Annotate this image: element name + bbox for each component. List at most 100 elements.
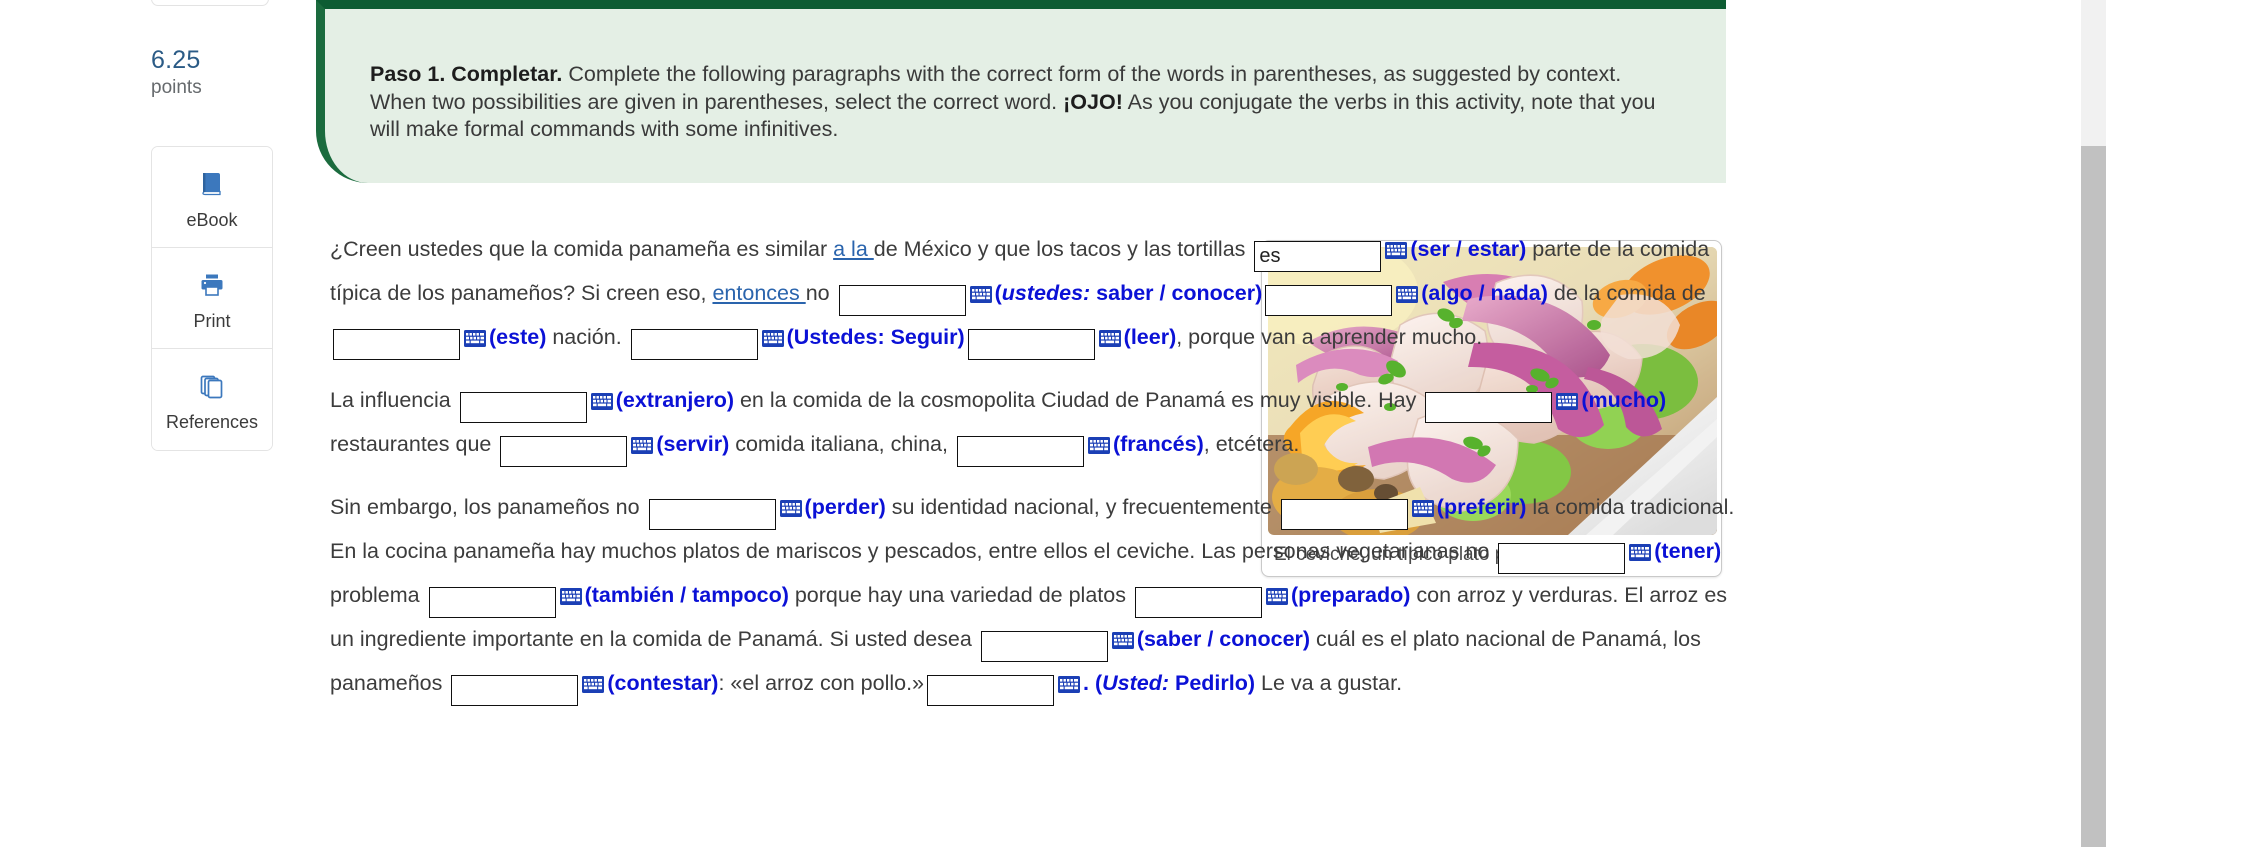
cue-preparado: (preparado) <box>1290 583 1411 607</box>
printer-icon <box>197 266 227 306</box>
keyboard-icon[interactable] <box>1058 665 1081 693</box>
blank-input-3[interactable] <box>1265 285 1393 316</box>
print-button[interactable]: Print <box>152 248 272 349</box>
blank-input-9[interactable] <box>500 436 628 467</box>
points-label: points <box>151 77 202 98</box>
paragraph-2: La influencia (extranjero) en la comida … <box>330 379 1750 467</box>
cue-tener: (tener) <box>1654 539 1722 563</box>
blank-input-11[interactable] <box>648 499 776 530</box>
exercise-page: 6.25 points eBook Print References Paso … <box>0 0 2256 847</box>
keyboard-icon[interactable] <box>761 319 784 347</box>
cue-tambien-tampoco: (también / tampoco) <box>584 583 789 607</box>
cue-open-paren: ( <box>994 281 1002 305</box>
p1-text-2: de México y que los tacos y las tortilla… <box>873 237 1252 261</box>
keyboard-icon[interactable] <box>1385 231 1408 259</box>
step-title: Paso 1. Completar. <box>370 62 563 86</box>
keyboard-icon[interactable] <box>1087 426 1110 454</box>
exercise-body: ¿Creen ustedes que la comida panameña es… <box>330 228 1750 720</box>
cue-period-paren: . ( <box>1083 671 1103 695</box>
copy-pages-icon <box>197 367 227 407</box>
cue-servir: (servir) <box>656 432 730 456</box>
p3-text-9: Le va a gustar. <box>1255 671 1403 695</box>
cue-perder: (perder) <box>804 495 886 519</box>
cue-mucho: (mucho) <box>1581 388 1667 412</box>
p2-text-1: La influencia <box>330 388 457 412</box>
blank-input-8[interactable] <box>1425 392 1553 423</box>
blank-input-16[interactable] <box>980 631 1108 662</box>
keyboard-icon[interactable] <box>1556 382 1579 410</box>
p1-text-6: nación. <box>546 325 628 349</box>
p3-text-5: porque hay una variedad de platos <box>788 583 1132 607</box>
points-display: 6.25 points <box>151 46 291 100</box>
ojo-emphasis: ¡OJO! <box>1063 89 1123 114</box>
p2-text-4: comida italiana, china, <box>729 432 954 456</box>
cue-subject-ustedes: ustedes: <box>1001 281 1091 305</box>
keyboard-icon[interactable] <box>590 382 613 410</box>
blank-input-13[interactable] <box>1498 543 1626 574</box>
keyboard-icon[interactable] <box>779 489 802 517</box>
cue-extranjero: (extranjero) <box>615 388 734 412</box>
p2-text-3: restaurantes que <box>330 432 498 456</box>
keyboard-icon[interactable] <box>582 665 605 693</box>
left-sidebar: 6.25 points eBook Print References <box>0 0 300 847</box>
cue-frances: (francés) <box>1112 432 1204 456</box>
blank-input-18[interactable] <box>927 675 1055 706</box>
book-icon <box>197 165 227 205</box>
ebook-button[interactable]: eBook <box>152 147 272 248</box>
cue-verbs: saber / conocer) <box>1090 281 1263 305</box>
keyboard-icon[interactable] <box>1411 489 1434 517</box>
keyboard-icon[interactable] <box>1111 621 1134 649</box>
blank-input-10[interactable] <box>956 436 1084 467</box>
partial-panel-above <box>151 0 269 6</box>
instructions-callout: Paso 1. Completar. Complete the followin… <box>316 0 1726 183</box>
references-button[interactable]: References <box>152 349 272 450</box>
blank-input-5[interactable] <box>630 329 758 360</box>
link-entonces[interactable]: entonces <box>712 281 805 305</box>
keyboard-icon[interactable] <box>1098 319 1121 347</box>
paragraph-3: Sin embargo, los panameños no (perder) s… <box>330 486 1750 706</box>
p1-text-7: , porque van a aprender mucho. <box>1176 325 1483 349</box>
blank-input-2[interactable] <box>838 285 966 316</box>
blank-input-1[interactable] <box>1254 241 1382 272</box>
vertical-scrollbar-thumb[interactable] <box>2081 146 2106 847</box>
cue-preferir: (preferir) <box>1436 495 1527 519</box>
p1-text-4: no <box>805 281 836 305</box>
p3-text-8: : «el arroz con pollo.» <box>718 671 925 695</box>
blank-input-12[interactable] <box>1280 499 1408 530</box>
keyboard-icon[interactable] <box>464 319 486 347</box>
print-label: Print <box>193 310 231 331</box>
blank-input-15[interactable] <box>1134 587 1262 618</box>
keyboard-icon[interactable] <box>1265 577 1288 605</box>
p3-text-4: problema <box>330 583 426 607</box>
p1-text-5: de la comida de <box>1547 281 1706 305</box>
ebook-label: eBook <box>186 209 238 230</box>
blank-input-6[interactable] <box>967 329 1095 360</box>
paragraph-1: ¿Creen ustedes que la comida panameña es… <box>330 228 1750 360</box>
keyboard-icon[interactable] <box>1396 275 1419 303</box>
blank-input-14[interactable] <box>428 587 556 618</box>
p2-text-5: , etcétera. <box>1203 432 1300 456</box>
cue-saber-conocer: (ustedes: saber / conocer) <box>995 281 1263 305</box>
p1-text-1: ¿Creen ustedes que la comida panameña es… <box>330 237 834 261</box>
keyboard-icon[interactable] <box>969 275 992 303</box>
references-label: References <box>165 412 259 432</box>
cue-pedirlo: Pedirlo) <box>1169 671 1256 695</box>
cue-contestar: (contestar) <box>607 671 719 695</box>
points-value: 6.25 <box>151 46 201 74</box>
p2-text-2: en la comida de la cosmopolita Ciudad de… <box>734 388 1423 412</box>
blank-input-7[interactable] <box>459 392 587 423</box>
keyboard-icon[interactable] <box>559 577 582 605</box>
keyboard-icon[interactable] <box>631 426 654 454</box>
tool-button-stack: eBook Print References <box>151 146 273 451</box>
link-a-la[interactable]: a la <box>833 237 874 261</box>
instructions-text: Paso 1. Completar. Complete the followin… <box>370 61 1670 144</box>
cue-este: (este) <box>489 325 547 349</box>
cue-subject-usted: Usted: <box>1102 671 1170 695</box>
cue-algo-nada: (algo / nada) <box>1421 281 1548 305</box>
p3-text-2: su identidad nacional, y frecuentemente <box>885 495 1278 519</box>
keyboard-icon[interactable] <box>1629 533 1652 561</box>
blank-input-4[interactable] <box>333 329 460 360</box>
blank-input-17[interactable] <box>451 675 579 706</box>
cue-ustedes-seguir: (Ustedes: Seguir) <box>786 325 965 349</box>
cue-leer: (leer) <box>1123 325 1177 349</box>
